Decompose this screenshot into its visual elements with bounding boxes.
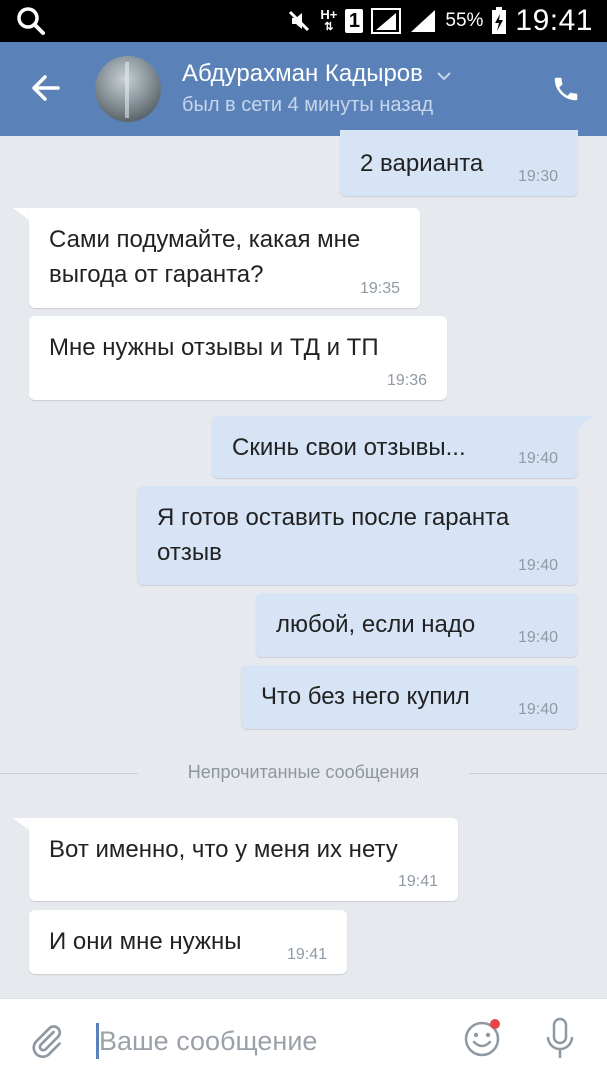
message-outgoing[interactable]: Я готов оставить после гаранта отзыв 19:… bbox=[137, 486, 578, 585]
message-time: 19:36 bbox=[386, 372, 427, 389]
microphone-icon[interactable] bbox=[545, 1017, 575, 1066]
clock: 19:41 bbox=[515, 4, 593, 37]
signal-icon bbox=[371, 8, 402, 34]
message-incoming[interactable]: Сами подумайте, какая мне выгода от гара… bbox=[29, 208, 420, 308]
network-label: H+ bbox=[320, 7, 338, 22]
message-incoming[interactable]: Мне нужны отзывы и ТД и ТП 19:36 bbox=[29, 316, 447, 400]
avatar[interactable] bbox=[95, 56, 161, 122]
phone-icon[interactable] bbox=[551, 74, 581, 109]
battery-percent: 55% bbox=[445, 10, 484, 31]
message-time: 19:40 bbox=[517, 629, 558, 646]
message-time: 19:41 bbox=[397, 873, 438, 890]
contact-name-label: Абдурахман Кадыров bbox=[182, 60, 423, 87]
message-text: любой, если надо bbox=[276, 611, 476, 638]
signal-icon-2 bbox=[409, 8, 437, 34]
notification-dot bbox=[490, 1019, 500, 1029]
bubble-tail bbox=[578, 416, 594, 428]
search-icon[interactable] bbox=[16, 6, 46, 41]
chat-header: Абдурахман Кадыров был в сети 4 минуты н… bbox=[0, 42, 607, 136]
contact-status: был в сети 4 минуты назад bbox=[182, 94, 434, 116]
message-outgoing[interactable]: Скинь свои отзывы... 19:40 bbox=[212, 416, 578, 478]
message-text: Сами подумайте, какая мне выгода от гара… bbox=[49, 226, 361, 288]
message-text: Вот именно, что у меня их нету bbox=[49, 836, 398, 863]
message-time: 19:40 bbox=[517, 450, 558, 467]
message-time: 19:30 bbox=[517, 168, 558, 185]
bubble-tail bbox=[13, 208, 29, 220]
message-text: Мне нужны отзывы и ТД и ТП bbox=[49, 334, 379, 361]
network-hplus-icon: H+ ⇅ bbox=[320, 7, 338, 33]
message-text: Что без него купил bbox=[261, 683, 470, 710]
message-input[interactable] bbox=[99, 1021, 429, 1061]
message-time: 19:41 bbox=[286, 946, 327, 963]
message-incoming[interactable]: Вот именно, что у меня их нету 19:41 bbox=[29, 818, 458, 901]
message-time: 19:40 bbox=[517, 557, 558, 574]
message-outgoing[interactable]: 2 варианта 19:30 bbox=[340, 130, 578, 196]
back-arrow-icon[interactable] bbox=[30, 72, 62, 109]
unread-divider: Непрочитанные сообщения bbox=[0, 760, 607, 786]
sim-icon: 1 bbox=[345, 9, 364, 33]
message-text: И они мне нужны bbox=[49, 928, 242, 955]
mute-icon bbox=[286, 8, 312, 34]
message-outgoing[interactable]: Что без него купил 19:40 bbox=[241, 665, 578, 729]
message-outgoing[interactable]: любой, если надо 19:40 bbox=[256, 593, 578, 657]
composer-bar bbox=[0, 998, 607, 1081]
message-text: Скинь свои отзывы... bbox=[232, 434, 466, 461]
battery-icon bbox=[491, 7, 507, 35]
paperclip-icon[interactable] bbox=[28, 1021, 64, 1066]
message-time: 19:35 bbox=[359, 280, 400, 297]
contact-name[interactable]: Абдурахман Кадыров bbox=[182, 60, 452, 89]
bubble-tail bbox=[13, 818, 29, 830]
status-bar: H+ ⇅ 1 55% 19:41 bbox=[0, 0, 607, 42]
chevron-down-icon bbox=[436, 61, 452, 89]
message-time: 19:40 bbox=[517, 701, 558, 718]
divider-line bbox=[469, 773, 607, 774]
message-incoming[interactable]: И они мне нужны 19:41 bbox=[29, 910, 347, 974]
message-text: Я готов оставить после гаранта отзыв bbox=[157, 504, 510, 566]
